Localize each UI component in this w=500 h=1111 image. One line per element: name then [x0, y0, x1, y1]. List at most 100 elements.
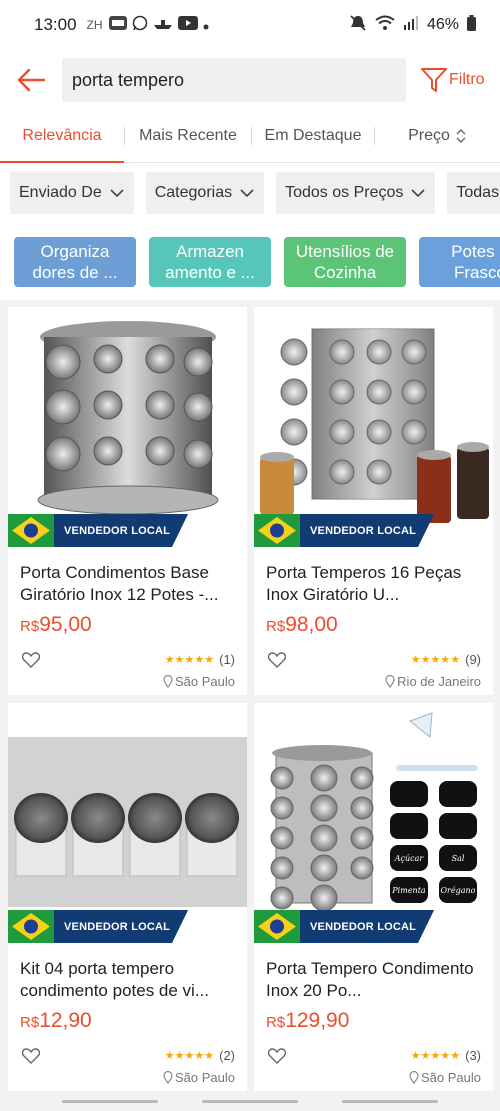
nav-pill[interactable] — [202, 1100, 298, 1103]
price-value: 95,00 — [39, 613, 92, 636]
brazil-flag-icon — [8, 514, 54, 547]
tab-label: Preço — [408, 127, 450, 144]
stars-icon: ★★★★★ — [410, 654, 461, 666]
review-count: (9) — [465, 652, 481, 667]
product-price: R$12,90 — [20, 1009, 92, 1033]
dropdown-label: Todas Es — [456, 184, 500, 201]
dropdown-label: Enviado De — [19, 184, 102, 201]
product-grid: VENDEDOR LOCAL Porta Condimentos Base Gi… — [0, 300, 500, 1093]
tab-label: Mais Recente — [139, 127, 237, 144]
status-bar: 13:00 ZH 46% — [0, 0, 500, 50]
youtube-icon — [177, 15, 198, 35]
nav-pill[interactable] — [62, 1100, 158, 1103]
product-name: Kit 04 porta tempero condimento potes de… — [20, 959, 210, 1000]
search-query: porta tempero — [72, 69, 185, 90]
location-text: Rio de Janeiro — [397, 674, 481, 689]
notification-icon — [108, 15, 127, 35]
dropdown-label: Categorias — [154, 184, 233, 201]
product-rating: ★★★★★ (3) — [411, 1048, 481, 1063]
category-organizadores[interactable]: Organiza dores de ... — [14, 236, 136, 287]
tab-relevancia[interactable]: Relevância — [0, 110, 124, 164]
price-currency: R$ — [266, 618, 286, 635]
product-location: São Paulo — [163, 674, 235, 689]
search-input[interactable]: porta tempero — [62, 58, 406, 102]
tab-em-destaque[interactable]: Em Destaque — [252, 110, 374, 163]
local-seller-badge: VENDEDOR LOCAL — [8, 910, 189, 943]
category-armazenamento[interactable]: Armazen amento e ... — [149, 236, 271, 287]
mute-icon — [349, 14, 367, 37]
product-card[interactable]: VENDEDOR LOCAL Kit 04 porta tempero cond… — [8, 703, 247, 1091]
product-rating: ★★★★★ (1) — [165, 652, 235, 667]
price-value: 98,00 — [285, 613, 338, 636]
dropdown-todas-es[interactable]: Todas Es — [447, 172, 500, 214]
local-seller-badge: VENDEDOR LOCAL — [8, 514, 189, 547]
tab-mais-recente[interactable]: Mais Recente — [125, 110, 251, 163]
review-count: (1) — [219, 652, 235, 667]
local-seller-label: VENDEDOR LOCAL — [300, 910, 435, 943]
product-image — [8, 307, 247, 546]
product-name: Porta Condimentos Base Giratório Inox 12… — [20, 563, 219, 604]
dot-icon — [203, 15, 209, 35]
arrow-left-icon — [17, 68, 46, 92]
price-value: 12,90 — [39, 1009, 92, 1032]
category-utensilios[interactable]: Utensílios de Cozinha — [284, 236, 406, 287]
location-pin-icon — [163, 675, 173, 688]
sort-arrows-icon — [456, 129, 466, 143]
system-nav-bar — [0, 1093, 500, 1111]
chevron-down-icon — [411, 188, 425, 197]
product-card[interactable]: VENDEDOR LOCAL Porta Condimentos Base Gi… — [8, 307, 247, 695]
search-header: porta tempero Filtro — [0, 50, 500, 110]
product-card[interactable]: Açúcar Sal Pimenta Orégano VENDEDOR LOCA… — [254, 703, 493, 1091]
dropdown-enviado-de[interactable]: Enviado De — [10, 172, 134, 214]
location-text: São Paulo — [175, 1070, 235, 1085]
location-pin-icon — [385, 675, 395, 688]
label-word: Açúcar — [394, 854, 425, 863]
stars-icon: ★★★★★ — [410, 1050, 461, 1062]
product-image — [254, 307, 493, 546]
local-seller-label: VENDEDOR LOCAL — [300, 514, 435, 547]
status-lang: ZH — [86, 18, 103, 32]
dropdown-todos-os-precos[interactable]: Todos os Preços — [276, 172, 436, 214]
heart-icon[interactable] — [21, 652, 41, 673]
local-seller-label: VENDEDOR LOCAL — [54, 910, 189, 943]
product-image: Açúcar Sal Pimenta Orégano — [254, 703, 493, 942]
stars-icon: ★★★★★ — [164, 1050, 215, 1062]
location-pin-icon — [163, 1071, 173, 1084]
nav-pill[interactable] — [342, 1100, 438, 1103]
tab-label: Relevância — [22, 127, 102, 144]
product-card[interactable]: VENDEDOR LOCAL Porta Temperos 16 Peças I… — [254, 307, 493, 695]
stars-icon: ★★★★★ — [164, 654, 215, 666]
product-rating: ★★★★★ (2) — [165, 1048, 235, 1063]
location-pin-icon — [409, 1071, 419, 1084]
back-button[interactable] — [0, 50, 62, 110]
label-word: Pimenta — [391, 886, 426, 895]
product-location: São Paulo — [409, 1070, 481, 1085]
filter-button[interactable]: Filtro — [420, 66, 485, 94]
boat-icon — [153, 15, 173, 35]
product-price: R$98,00 — [266, 613, 338, 637]
dropdown-label: Todos os Preços — [285, 184, 404, 201]
price-value: 129,90 — [285, 1009, 350, 1032]
category-potes[interactable]: Potes e Frasco — [419, 236, 500, 287]
heart-icon[interactable] — [267, 652, 287, 673]
local-seller-label: VENDEDOR LOCAL — [54, 514, 189, 547]
chevron-down-icon — [110, 188, 124, 197]
status-time: 13:00 — [34, 15, 77, 34]
label-word: Sal — [452, 854, 465, 863]
product-location: Rio de Janeiro — [385, 674, 481, 689]
wifi-icon — [375, 15, 395, 36]
heart-icon[interactable] — [267, 1048, 287, 1069]
category-chips: Organiza dores de ... Armazen amento e .… — [0, 223, 500, 300]
product-location: São Paulo — [163, 1070, 235, 1085]
heart-icon[interactable] — [21, 1048, 41, 1069]
label-word: Orégano — [441, 886, 476, 895]
tab-preco[interactable]: Preço — [375, 110, 499, 163]
location-text: São Paulo — [175, 674, 235, 689]
review-count: (3) — [465, 1048, 481, 1063]
review-count: (2) — [219, 1048, 235, 1063]
tab-label: Em Destaque — [264, 127, 362, 144]
dropdown-categorias[interactable]: Categorias — [145, 172, 265, 214]
battery-percent: 46% — [426, 16, 459, 33]
brazil-flag-icon — [254, 514, 300, 547]
price-currency: R$ — [20, 1014, 40, 1031]
